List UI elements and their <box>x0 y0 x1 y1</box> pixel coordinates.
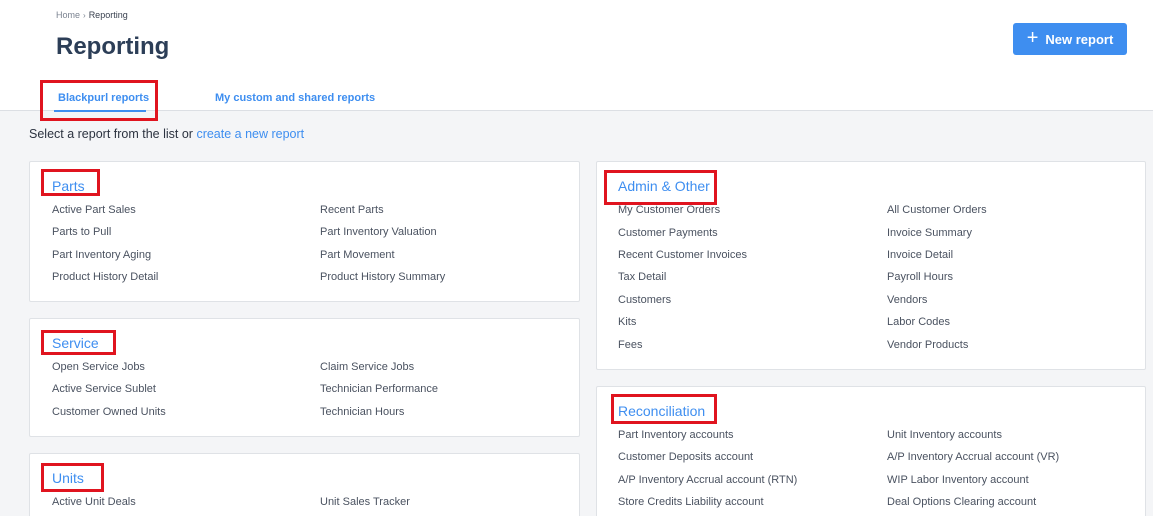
report-link[interactable]: Recent Customer Invoices <box>618 249 747 261</box>
page-title: Reporting <box>56 33 170 60</box>
report-link[interactable]: Deal Options Clearing account <box>887 496 1036 508</box>
report-link[interactable]: Recent Parts <box>320 204 384 216</box>
report-link[interactable]: Technician Hours <box>320 406 404 418</box>
breadcrumb-home[interactable]: Home <box>56 10 80 20</box>
report-link[interactable]: My Customer Orders <box>618 204 720 216</box>
instructions-text: Select a report from the list or <box>29 127 193 141</box>
report-link[interactable]: A/P Inventory Accrual account (RTN) <box>618 474 797 486</box>
new-report-button[interactable]: + New report <box>1013 23 1127 55</box>
header: Home › Reporting Reporting + New report Bl… <box>0 0 1153 111</box>
admin-card: Admin & Other My Customer Orders All Cus… <box>596 161 1146 370</box>
new-report-label: New report <box>1045 31 1114 47</box>
breadcrumb-current: Reporting <box>88 10 128 20</box>
plus-icon: + <box>1026 27 1039 49</box>
report-link[interactable]: Product History Summary <box>320 271 445 283</box>
report-link[interactable]: Tax Detail <box>618 271 666 283</box>
report-link[interactable]: Store Credits Liability account <box>618 496 764 508</box>
report-link[interactable]: Invoice Summary <box>887 227 972 239</box>
report-link[interactable]: Kits <box>618 316 636 328</box>
report-link[interactable]: Product History Detail <box>52 271 158 283</box>
report-link[interactable]: Active Unit Deals <box>52 496 136 508</box>
parts-title[interactable]: Parts <box>52 178 85 194</box>
report-link[interactable]: Unit Sales Tracker <box>320 496 410 508</box>
breadcrumb: Home › Reporting <box>56 10 128 20</box>
units-title[interactable]: Units <box>52 470 84 486</box>
report-link[interactable]: Part Inventory accounts <box>618 429 734 441</box>
report-link[interactable]: All Customer Orders <box>887 204 987 216</box>
create-new-report-link[interactable]: create a new report <box>196 127 304 141</box>
tab-custom-shared-reports[interactable]: My custom and shared reports <box>215 92 375 104</box>
report-link[interactable]: A/P Inventory Accrual account (VR) <box>887 451 1059 463</box>
admin-title[interactable]: Admin & Other <box>618 178 710 194</box>
report-link[interactable]: Payroll Hours <box>887 271 953 283</box>
report-link[interactable]: Active Service Sublet <box>52 383 156 395</box>
report-link[interactable]: Vendors <box>887 294 927 306</box>
report-link[interactable]: Unit Inventory accounts <box>887 429 1002 441</box>
instructions: Select a report from the list or create … <box>29 127 304 141</box>
report-link[interactable]: Parts to Pull <box>52 226 111 238</box>
report-link[interactable]: Fees <box>618 339 642 351</box>
units-card: Units Active Unit Deals Unit Sales Track… <box>29 453 580 516</box>
report-link[interactable]: Customer Deposits account <box>618 451 753 463</box>
report-link[interactable]: Open Service Jobs <box>52 361 145 373</box>
report-link[interactable]: Customer Payments <box>618 227 718 239</box>
chevron-right-icon: › <box>83 11 86 20</box>
reconciliation-title[interactable]: Reconciliation <box>618 403 705 419</box>
parts-card: Parts Active Part Sales Recent Parts Par… <box>29 161 580 302</box>
tab-blackpurl-reports[interactable]: Blackpurl reports <box>58 92 149 104</box>
report-link[interactable]: Technician Performance <box>320 383 438 395</box>
reconciliation-card: Reconciliation Part Inventory accounts U… <box>596 386 1146 516</box>
report-link[interactable]: Labor Codes <box>887 316 950 328</box>
service-card: Service Open Service Jobs Claim Service … <box>29 318 580 437</box>
service-title[interactable]: Service <box>52 335 99 351</box>
active-tab-indicator <box>54 110 146 112</box>
report-link[interactable]: Part Movement <box>320 249 395 261</box>
report-link[interactable]: Part Inventory Aging <box>52 249 151 261</box>
report-link[interactable]: Invoice Detail <box>887 249 953 261</box>
report-link[interactable]: Claim Service Jobs <box>320 361 414 373</box>
report-link[interactable]: Customers <box>618 294 671 306</box>
report-link[interactable]: Part Inventory Valuation <box>320 226 437 238</box>
report-link[interactable]: WIP Labor Inventory account <box>887 474 1029 486</box>
report-link[interactable]: Vendor Products <box>887 339 968 351</box>
report-link[interactable]: Customer Owned Units <box>52 406 166 418</box>
report-link[interactable]: Active Part Sales <box>52 204 136 216</box>
